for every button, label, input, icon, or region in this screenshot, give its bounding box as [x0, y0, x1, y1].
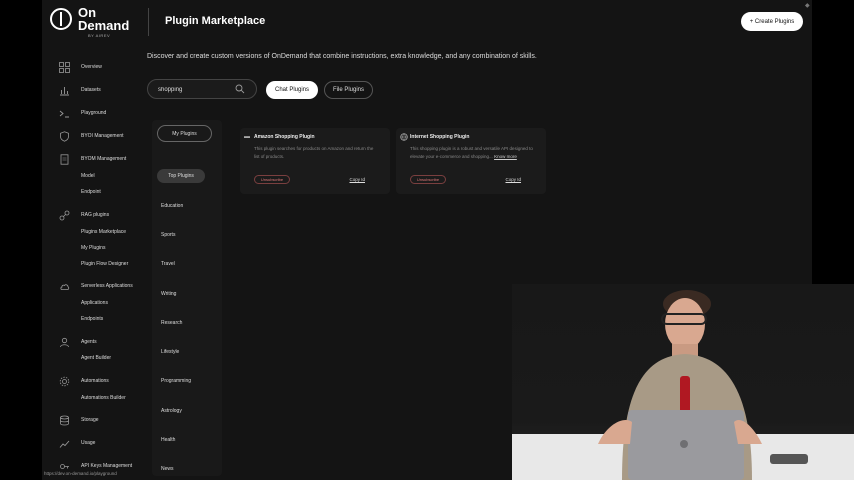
document-icon [58, 153, 70, 165]
category-news[interactable]: News [161, 466, 174, 472]
sidebar-subitem-plugin-flow-designer[interactable]: Plugin Flow Designer [81, 261, 128, 267]
globe-icon [400, 133, 408, 141]
plugin-title: Amazon Shopping Plugin [254, 134, 315, 140]
page-title: Plugin Marketplace [165, 15, 266, 27]
unsubscribe-button[interactable]: Unsubscribe [410, 175, 446, 184]
tab-file-plugins[interactable]: File Plugins [324, 81, 373, 99]
sidebar-item-usage[interactable]: Usage [58, 437, 95, 449]
plugin-description: This shopping plugin is a robust and ver… [410, 145, 534, 161]
cloud-icon [58, 280, 70, 292]
sidebar-subitem-endpoints[interactable]: Endpoints [81, 316, 103, 322]
sidebar-item-label: BYOM Management [81, 156, 127, 162]
plugin-card[interactable]: ▬ Amazon Shopping Plugin This plugin sea… [240, 128, 390, 194]
intro-text: Discover and create custom versions of O… [147, 53, 537, 60]
database-icon [58, 414, 70, 426]
plugin-description: This plugin searches for products on Ama… [254, 145, 378, 161]
terminal-icon [58, 107, 70, 119]
category-writing[interactable]: Writing [161, 291, 176, 297]
category-research[interactable]: Research [161, 320, 182, 326]
sidebar-item-label: Serverless Applications [81, 283, 133, 289]
category-panel: My Plugins Top Plugins Education Sports … [152, 120, 222, 476]
sidebar-item-automations[interactable]: Automations [58, 375, 109, 387]
sidebar-item-label: Playground [81, 110, 107, 116]
shield-icon [58, 130, 70, 142]
gear-icon [58, 375, 70, 387]
category-lifestyle[interactable]: Lifestyle [161, 349, 179, 355]
sidebar-subitem-my-plugins[interactable]: My Plugins [81, 245, 105, 251]
tab-chat-plugins[interactable]: Chat Plugins [266, 81, 318, 99]
category-travel[interactable]: Travel [161, 261, 175, 267]
amazon-logo-icon: ▬ [244, 134, 250, 140]
sidebar-item-byoi-management[interactable]: BYOI Management [58, 130, 124, 142]
category-programming[interactable]: Programming [161, 378, 191, 384]
search-icon[interactable] [235, 84, 245, 94]
sidebar-item-playground[interactable]: Playground [58, 107, 106, 119]
sidebar-subitem-applications[interactable]: Applications [81, 300, 108, 306]
ondemand-logo[interactable]: On Demand BY AIREV [50, 6, 140, 38]
sidebar-item-serverless-applications[interactable]: Serverless Applications [58, 280, 133, 292]
sidebar-item-byom-management[interactable]: BYOM Management [58, 153, 126, 165]
sidebar-item-label: Storage [81, 417, 99, 423]
sidebar-item-label: Usage [81, 440, 96, 446]
category-top-plugins[interactable]: Top Plugins [157, 169, 205, 183]
know-more-link[interactable]: Know more [494, 154, 517, 159]
sidebar-item-rag-plugins[interactable]: RAG plugins [58, 209, 109, 221]
sidebar-item-overview[interactable]: Overview [58, 61, 102, 73]
search-input[interactable] [158, 85, 232, 95]
logo-subtext: BY AIREV [88, 33, 111, 38]
presenter-figure [598, 290, 808, 480]
sidebar-subitem-endpoint[interactable]: Endpoint [81, 189, 101, 195]
my-plugins-button[interactable]: My Plugins [157, 125, 212, 142]
line-chart-icon [58, 437, 70, 449]
copy-id-link[interactable]: Copy Id [505, 177, 521, 182]
bar-chart-icon [58, 84, 70, 96]
sidebar-item-datasets[interactable]: Datasets [58, 84, 101, 96]
notification-icon[interactable]: ◆ [805, 2, 810, 9]
logo-power-icon [50, 8, 72, 30]
status-bar-url: https://dev.on-demand.io/playground [44, 471, 117, 476]
create-plugins-button[interactable]: + Create Plugins [741, 12, 803, 31]
webcam-overlay [512, 284, 854, 480]
sidebar-item-label: Overview [81, 64, 102, 70]
sidebar-item-label: Automations [81, 378, 109, 384]
sidebar-item-agents[interactable]: Agents [58, 336, 97, 348]
copy-id-link[interactable]: Copy Id [349, 177, 365, 182]
unsubscribe-button[interactable]: Unsubscribe [254, 175, 290, 184]
top-bar: On Demand BY AIREV Plugin Marketplace + … [42, 0, 812, 44]
category-health[interactable]: Health [161, 437, 175, 443]
sidebar-item-label: API Keys Management [81, 463, 133, 469]
search-box[interactable] [147, 79, 257, 99]
sidebar-subitem-plugins-marketplace[interactable]: Plugins Marketplace [81, 229, 126, 235]
logo-text: On Demand [78, 5, 130, 33]
sidebar-item-label: Datasets [81, 87, 101, 93]
grid-icon [58, 61, 70, 73]
user-icon [58, 336, 70, 348]
sidebar-subitem-automations-builder[interactable]: Automations Builder [81, 395, 126, 401]
plugin-description-text: This plugin searches for products on Ama… [254, 146, 374, 159]
link-icon [58, 209, 70, 221]
sidebar-subitem-agent-builder[interactable]: Agent Builder [81, 355, 111, 361]
header-divider [148, 8, 149, 36]
plugin-title: Internet Shopping Plugin [410, 134, 470, 140]
sidebar-item-storage[interactable]: Storage [58, 414, 99, 426]
category-sports[interactable]: Sports [161, 232, 175, 238]
sidebar-item-label: Agents [81, 339, 97, 345]
sidebar: Overview Datasets Playground BYOI Manage… [42, 54, 142, 480]
plugin-card[interactable]: Internet Shopping Plugin This shopping p… [396, 128, 546, 194]
sidebar-item-label: BYOI Management [81, 133, 124, 139]
sidebar-item-label: RAG plugins [81, 212, 110, 218]
category-astrology[interactable]: Astrology [161, 408, 182, 414]
category-education[interactable]: Education [161, 203, 183, 209]
sidebar-subitem-model[interactable]: Model [81, 173, 95, 179]
